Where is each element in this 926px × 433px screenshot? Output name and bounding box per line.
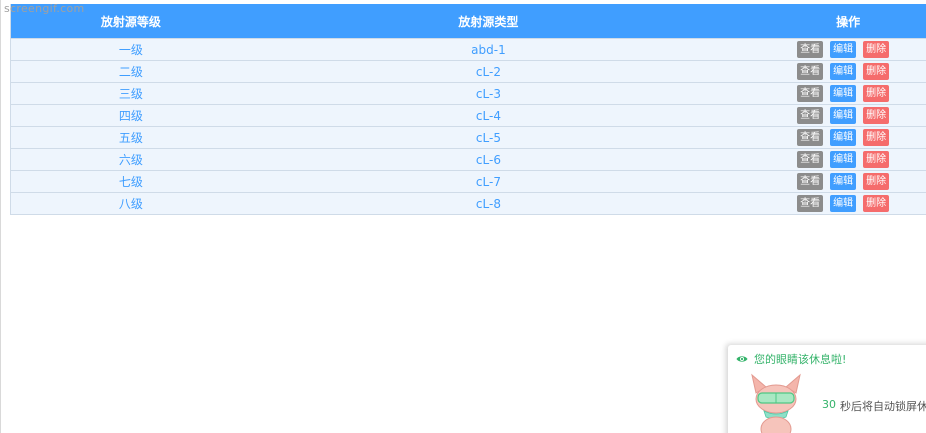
delete-button[interactable]: 删除: [863, 107, 890, 124]
mascot-illustration: [751, 373, 801, 433]
table-row: 二级 cL-2 查看 编辑 删除: [11, 60, 926, 82]
edit-button[interactable]: 编辑: [830, 41, 857, 58]
countdown-number: 30: [822, 398, 836, 411]
delete-button[interactable]: 删除: [863, 195, 890, 212]
cell-ops: 查看 编辑 删除: [726, 85, 926, 102]
eye-rest-popup: 您的眼睛该休息啦! 30 秒后将自动锁屏休: [728, 345, 926, 433]
view-button[interactable]: 查看: [797, 151, 824, 168]
cell-ops: 查看 编辑 删除: [726, 107, 926, 124]
view-button[interactable]: 查看: [797, 129, 824, 146]
cell-ops: 查看 编辑 删除: [726, 151, 926, 168]
cell-level: 七级: [118, 175, 143, 189]
edit-button[interactable]: 编辑: [830, 63, 857, 80]
view-button[interactable]: 查看: [797, 173, 824, 190]
cell-level: 八级: [118, 197, 143, 211]
delete-button[interactable]: 删除: [863, 173, 890, 190]
cell-type: cL-3: [475, 86, 501, 101]
cell-type: cL-8: [475, 196, 501, 211]
delete-button[interactable]: 删除: [863, 85, 890, 102]
edit-button[interactable]: 编辑: [830, 85, 857, 102]
cell-ops: 查看 编辑 删除: [726, 195, 926, 212]
table-row: 四级 cL-4 查看 编辑 删除: [11, 104, 926, 126]
table-row: 五级 cL-5 查看 编辑 删除: [11, 126, 926, 148]
cell-level: 五级: [118, 131, 143, 145]
delete-button[interactable]: 删除: [863, 151, 890, 168]
view-button[interactable]: 查看: [797, 63, 824, 80]
cell-type: cL-6: [475, 152, 501, 167]
cell-level: 四级: [118, 109, 143, 123]
watermark: screengif.com: [4, 2, 85, 15]
table-row: 八级 cL-8 查看 编辑 删除: [11, 192, 926, 214]
cell-level: 六级: [118, 153, 143, 167]
cell-type: cL-4: [475, 108, 501, 123]
header-ops: 操作: [836, 14, 861, 29]
cell-type: cL-7: [475, 174, 501, 189]
header-level: 放射源等级: [100, 14, 161, 29]
edit-button[interactable]: 编辑: [830, 129, 857, 146]
table-row: 六级 cL-6 查看 编辑 删除: [11, 148, 926, 170]
cell-level: 三级: [118, 87, 143, 101]
cell-type: abd-1: [471, 42, 506, 57]
source-table: 放射源等级 放射源类型 操作 一级 abd-1 查看 编辑 删除 二级 cL-2…: [10, 4, 926, 215]
table-row: 七级 cL-7 查看 编辑 删除: [11, 170, 926, 192]
popup-header: 您的眼睛该休息啦!: [736, 351, 846, 367]
cell-ops: 查看 编辑 删除: [726, 41, 926, 58]
edit-button[interactable]: 编辑: [830, 173, 857, 190]
cell-type: cL-5: [475, 130, 501, 145]
table-header: 放射源等级 放射源类型 操作: [11, 4, 926, 38]
table-row: 三级 cL-3 查看 编辑 删除: [11, 82, 926, 104]
view-button[interactable]: 查看: [797, 41, 824, 58]
view-button[interactable]: 查看: [797, 195, 824, 212]
edit-button[interactable]: 编辑: [830, 195, 857, 212]
countdown-message: 秒后将自动锁屏休: [840, 400, 926, 413]
cell-ops: 查看 编辑 删除: [726, 63, 926, 80]
edit-button[interactable]: 编辑: [830, 107, 857, 124]
cell-type: cL-2: [475, 64, 501, 79]
eye-icon: [736, 356, 748, 362]
cell-level: 一级: [118, 43, 143, 57]
cell-ops: 查看 编辑 删除: [726, 173, 926, 190]
delete-button[interactable]: 删除: [863, 129, 890, 146]
delete-button[interactable]: 删除: [863, 63, 890, 80]
cell-level: 二级: [118, 65, 143, 79]
popup-title: 您的眼睛该休息啦!: [754, 353, 847, 366]
view-button[interactable]: 查看: [797, 85, 824, 102]
view-button[interactable]: 查看: [797, 107, 824, 124]
edit-button[interactable]: 编辑: [830, 151, 857, 168]
table-row: 一级 abd-1 查看 编辑 删除: [11, 38, 926, 60]
header-type: 放射源类型: [458, 14, 519, 29]
delete-button[interactable]: 删除: [863, 41, 890, 58]
app-frame: screengif.com 放射源等级 放射源类型 操作 一级 abd-1 查看…: [0, 0, 926, 433]
cell-ops: 查看 编辑 删除: [726, 129, 926, 146]
